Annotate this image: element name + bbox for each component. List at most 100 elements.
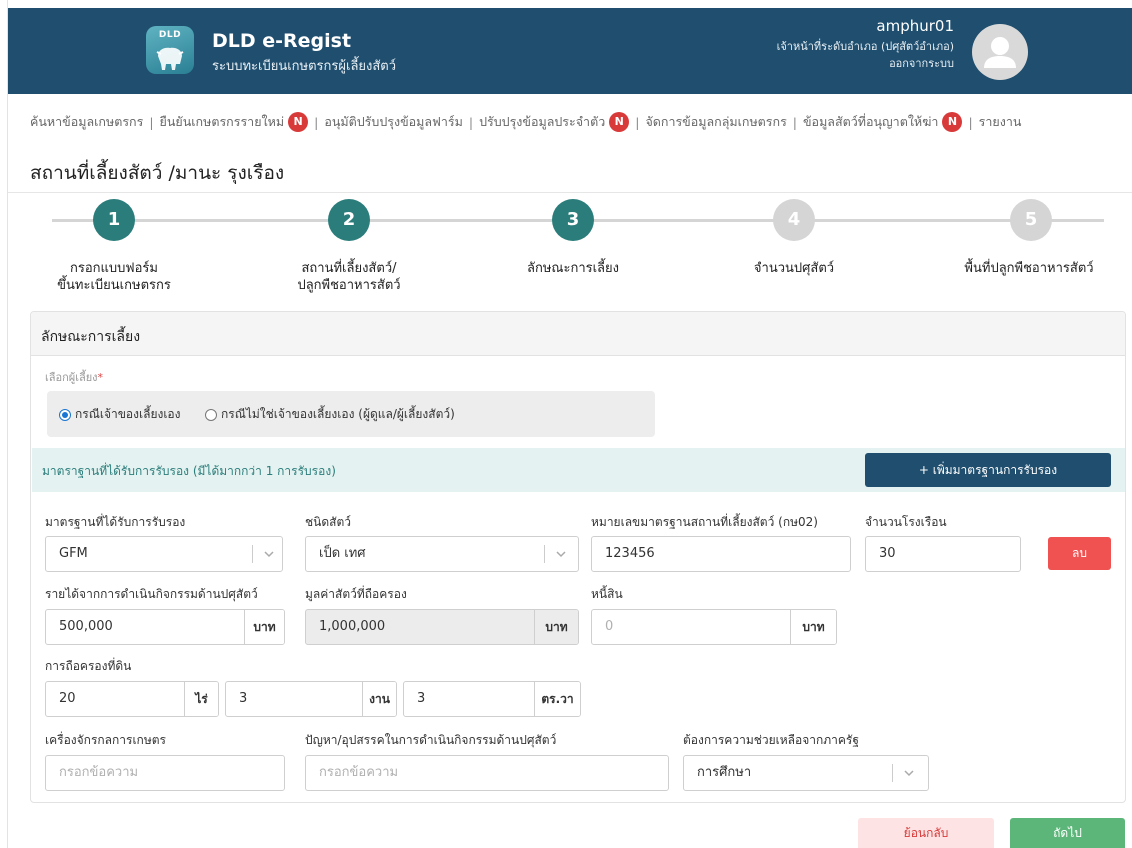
main-nav: ค้นหาข้อมูลเกษตรกร | ยืนยันเกษตรกรรายใหม่ N… bbox=[30, 112, 1130, 136]
app-header: DLD DLD e-Regist ระบบทะเบียนเกษตรกรผู้เล… bbox=[8, 8, 1132, 94]
raiser-caption: เลือกผู้เลี้ยง* bbox=[45, 368, 103, 386]
nav-slaughter-permits[interactable]: ข้อมูลสัตว์ที่อนุญาตให้ฆ่า bbox=[803, 112, 938, 132]
debt-unit: บาท bbox=[790, 610, 836, 644]
app-subtitle: ระบบทะเบียนเกษตรกรผู้เลี้ยงสัตว์ bbox=[212, 59, 397, 74]
land-ngan-input[interactable]: 3 งาน bbox=[225, 681, 397, 717]
income-value: 500,000 bbox=[59, 619, 113, 634]
avatar[interactable] bbox=[972, 24, 1028, 80]
step-5-label-line1: พื้นที่ปลูกพืชอาหารสัตว์ bbox=[964, 261, 1094, 276]
nav-farm-update-approval[interactable]: อนุมัติปรับปรุงข้อมูลฟาร์ม bbox=[324, 112, 463, 132]
assistance-select-value: การศึกษา bbox=[697, 765, 752, 780]
new-badge: N bbox=[942, 112, 963, 132]
step-2-label: สถานที่เลี้ยงสัตว์/ ปลูกพืชอาหารสัตว์ bbox=[249, 260, 449, 294]
income-input[interactable]: 500,000 บาท bbox=[45, 609, 285, 645]
dld-logo[interactable]: DLD bbox=[146, 26, 194, 74]
problems-input[interactable]: กรอกข้อความ bbox=[305, 755, 669, 791]
step-4-label: จำนวนปศุสัตว์ bbox=[694, 260, 894, 277]
barn-count-input[interactable]: 30 bbox=[865, 536, 1021, 572]
nav-farmer-search[interactable]: ค้นหาข้อมูลเกษตรกร bbox=[30, 112, 143, 132]
animal-type-select-value: เป็ด เทศ bbox=[319, 546, 366, 561]
nav-separator: | bbox=[968, 114, 973, 130]
user-icon bbox=[984, 37, 1016, 68]
land-label: การถือครองที่ดิน bbox=[45, 659, 132, 673]
step-5-label: พื้นที่ปลูกพืชอาหารสัตว์ bbox=[926, 260, 1132, 277]
nav-reports[interactable]: รายงาน bbox=[979, 112, 1022, 132]
land-rai-input[interactable]: 20 ไร่ bbox=[45, 681, 219, 717]
standard-select-value: GFM bbox=[59, 546, 88, 561]
logout-link[interactable]: ออกจากระบบ bbox=[654, 56, 954, 72]
new-badge: N bbox=[288, 112, 309, 132]
next-button[interactable]: ถัดไป bbox=[1010, 818, 1125, 848]
user-info: amphur01 เจ้าหน้าที่ระดับอำเภอ (ปศุสัตว์… bbox=[654, 16, 954, 72]
income-label: รายได้จากการดำเนินกิจกรรมด้านปศุสัตว์ bbox=[45, 587, 258, 601]
standard-label: มาตรฐานที่ได้รับการรับรอง bbox=[45, 515, 186, 529]
animal-value-input: 1,000,000 บาท bbox=[305, 609, 579, 645]
land-rai-unit: ไร่ bbox=[184, 682, 218, 716]
step-1-label-line1: กรอกแบบฟอร์ม bbox=[70, 261, 158, 276]
user-role: เจ้าหน้าที่ระดับอำเภอ (ปศุสัตว์อำเภอ) bbox=[776, 40, 954, 53]
standard-number-label: หมายเลขมาตรฐานสถานที่เลี้ยงสัตว์ (กษ02) bbox=[591, 515, 818, 529]
chevron-down-icon[interactable] bbox=[554, 547, 568, 561]
delete-standard-button[interactable]: ลบ bbox=[1048, 537, 1111, 570]
chevron-down-icon[interactable] bbox=[902, 766, 916, 780]
nav-farmer-groups[interactable]: จัดการข้อมูลกลุ่มเกษตรกร bbox=[645, 112, 786, 132]
animal-value-unit: บาท bbox=[534, 610, 578, 644]
nav-new-farmer-confirm[interactable]: ยืนยันเกษตรกรรายใหม่ bbox=[160, 112, 285, 132]
nav-separator: | bbox=[314, 114, 319, 130]
user-name: amphur01 bbox=[876, 17, 954, 35]
nav-separator: | bbox=[635, 114, 640, 130]
standard-number-input[interactable]: 123456 bbox=[591, 536, 851, 572]
standard-select[interactable]: GFM bbox=[45, 536, 283, 572]
chevron-down-icon[interactable] bbox=[262, 547, 276, 561]
standards-bar-text: มาตราฐานที่ได้รับการรับรอง (มีได้มากกว่า… bbox=[42, 464, 336, 478]
animal-value-value: 1,000,000 bbox=[319, 619, 386, 634]
problems-label: ปัญหา/อุปสรรคในการดำเนินกิจกรรมด้านปศุสั… bbox=[305, 733, 557, 747]
land-wa-value: 3 bbox=[417, 691, 426, 706]
step-1-label-line2: ขึ้นทะเบียนเกษตรกร bbox=[57, 278, 171, 293]
step-4-label-line1: จำนวนปศุสัตว์ bbox=[753, 261, 835, 276]
raising-characteristics-card: ลักษณะการเลี้ยง เลือกผู้เลี้ยง* กรณีเจ้า… bbox=[30, 311, 1126, 803]
step-2-label-line1: สถานที่เลี้ยงสัตว์/ bbox=[301, 261, 397, 276]
radio-non-owner-label: กรณีไม่ใช่เจ้าของเลี้ยงเอง (ผู้ดูแล/ผู้เ… bbox=[221, 407, 455, 421]
land-ngan-unit: งาน bbox=[362, 682, 396, 716]
cow-icon bbox=[156, 47, 184, 70]
raiser-radio-group: กรณีเจ้าของเลี้ยงเอง กรณีไม่ใช่เจ้าของเล… bbox=[47, 391, 655, 437]
step-3-circle: 3 bbox=[552, 199, 594, 241]
land-wa-input[interactable]: 3 ตร.วา bbox=[403, 681, 581, 717]
card-title: ลักษณะการเลี้ยง bbox=[41, 329, 141, 345]
logo-text: DLD bbox=[158, 30, 182, 40]
card-header: ลักษณะการเลี้ยง bbox=[31, 312, 1125, 356]
debt-input[interactable]: 0 บาท bbox=[591, 609, 837, 645]
step-2-circle: 2 bbox=[328, 199, 370, 241]
select-separator bbox=[544, 545, 545, 563]
land-ngan-value: 3 bbox=[239, 691, 248, 706]
debt-label: หนี้สิน bbox=[591, 587, 623, 601]
left-border bbox=[0, 0, 8, 848]
back-button[interactable]: ย้อนกลับ bbox=[858, 818, 994, 848]
income-unit: บาท bbox=[244, 610, 284, 644]
raiser-caption-text: เลือกผู้เลี้ยง bbox=[45, 371, 98, 384]
required-mark: * bbox=[97, 371, 104, 384]
machinery-input[interactable]: กรอกข้อความ bbox=[45, 755, 285, 791]
step-3-label-line1: ลักษณะการเลี้ยง bbox=[527, 261, 619, 276]
nav-separator: | bbox=[149, 114, 154, 130]
radio-non-owner-raises[interactable]: กรณีไม่ใช่เจ้าของเลี้ยงเอง (ผู้ดูแล/ผู้เ… bbox=[205, 405, 455, 424]
radio-unchecked-icon[interactable] bbox=[205, 408, 217, 421]
step-5-circle: 5 bbox=[1010, 199, 1052, 241]
radio-owner-raises[interactable]: กรณีเจ้าของเลี้ยงเอง bbox=[59, 405, 181, 424]
select-separator bbox=[892, 764, 893, 782]
assistance-select[interactable]: การศึกษา bbox=[683, 755, 929, 791]
nav-separator: | bbox=[468, 114, 474, 130]
radio-checked-icon[interactable] bbox=[59, 408, 71, 421]
barn-count-label: จำนวนโรงเรือน bbox=[865, 515, 947, 529]
page-title: สถานที่เลี้ยงสัตว์ /มานะ รุงเรือง bbox=[30, 162, 285, 184]
app-title: DLD e-Regist bbox=[212, 30, 352, 52]
divider bbox=[8, 192, 1132, 193]
add-standard-button[interactable]: + เพิ่มมาตรฐานการรับรอง bbox=[865, 453, 1111, 487]
animal-value-label: มูลค่าสัตว์ที่ถือครอง bbox=[305, 587, 407, 601]
nav-profile-update[interactable]: ปรับปรุงข้อมูลประจำตัว bbox=[479, 112, 605, 132]
machinery-label: เครื่องจักรกลการเกษตร bbox=[45, 733, 166, 747]
animal-type-select[interactable]: เป็ด เทศ bbox=[305, 536, 579, 572]
land-rai-value: 20 bbox=[59, 691, 76, 706]
new-badge: N bbox=[609, 112, 630, 132]
